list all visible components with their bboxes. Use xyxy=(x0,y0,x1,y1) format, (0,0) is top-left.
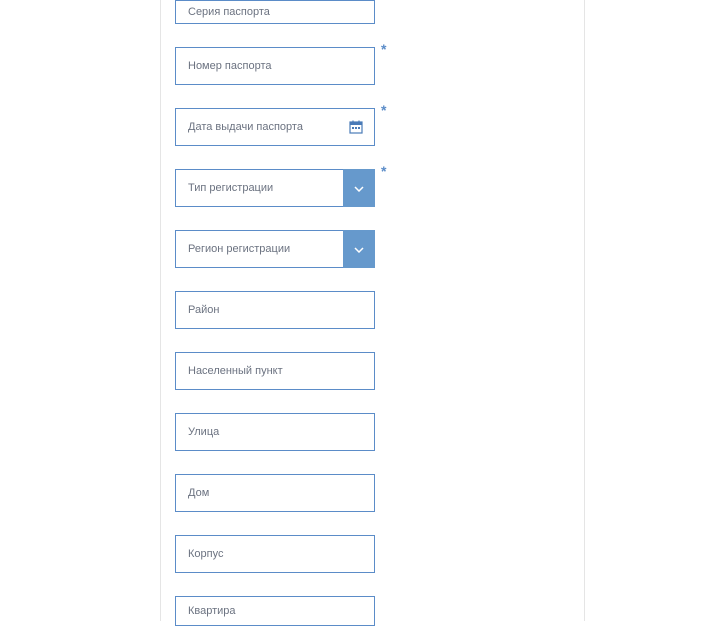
passport-series-input[interactable]: Серия паспорта xyxy=(175,0,375,24)
building-input[interactable]: Корпус xyxy=(175,535,375,573)
required-mark: * xyxy=(381,41,386,57)
passport-number-row: Номер паспорта * xyxy=(175,47,584,85)
registration-region-placeholder: Регион регистрации xyxy=(188,243,290,255)
locality-placeholder: Населенный пункт xyxy=(188,365,283,377)
passport-series-row: Серия паспорта xyxy=(175,0,584,24)
passport-number-input[interactable]: Номер паспорта xyxy=(175,47,375,85)
passport-issue-date-placeholder: Дата выдачи паспорта xyxy=(176,121,348,133)
registration-region-body: Регион регистрации xyxy=(175,230,343,268)
district-placeholder: Район xyxy=(188,304,219,316)
apartment-row: Квартира xyxy=(175,596,584,626)
street-input[interactable]: Улица xyxy=(175,413,375,451)
apartment-placeholder: Квартира xyxy=(188,605,236,617)
locality-input[interactable]: Населенный пункт xyxy=(175,352,375,390)
form-container: Серия паспорта Номер паспорта * Дата выд… xyxy=(160,0,585,621)
registration-region-dropdown[interactable]: Регион регистрации xyxy=(175,230,375,268)
chevron-down-icon xyxy=(354,179,364,197)
house-row: Дом xyxy=(175,474,584,512)
passport-number-placeholder: Номер паспорта xyxy=(188,60,271,72)
building-row: Корпус xyxy=(175,535,584,573)
required-mark: * xyxy=(381,163,386,179)
district-row: Район xyxy=(175,291,584,329)
district-input[interactable]: Район xyxy=(175,291,375,329)
required-mark: * xyxy=(381,102,386,118)
house-placeholder: Дом xyxy=(188,487,209,499)
registration-type-row: Тип регистрации * xyxy=(175,169,584,207)
street-placeholder: Улица xyxy=(188,426,219,438)
registration-region-row: Регион регистрации xyxy=(175,230,584,268)
passport-issue-date-input[interactable]: Дата выдачи паспорта xyxy=(175,108,375,146)
registration-type-body: Тип регистрации xyxy=(175,169,343,207)
apartment-input[interactable]: Квартира xyxy=(175,596,375,626)
registration-type-placeholder: Тип регистрации xyxy=(188,182,273,194)
registration-type-dropdown[interactable]: Тип регистрации xyxy=(175,169,375,207)
street-row: Улица xyxy=(175,413,584,451)
locality-row: Населенный пункт xyxy=(175,352,584,390)
passport-issue-date-row: Дата выдачи паспорта * xyxy=(175,108,584,146)
house-input[interactable]: Дом xyxy=(175,474,375,512)
chevron-down-icon xyxy=(354,240,364,258)
calendar-icon[interactable] xyxy=(348,119,364,135)
registration-type-toggle[interactable] xyxy=(343,169,375,207)
building-placeholder: Корпус xyxy=(188,548,223,560)
passport-series-placeholder: Серия паспорта xyxy=(188,6,270,18)
registration-region-toggle[interactable] xyxy=(343,230,375,268)
